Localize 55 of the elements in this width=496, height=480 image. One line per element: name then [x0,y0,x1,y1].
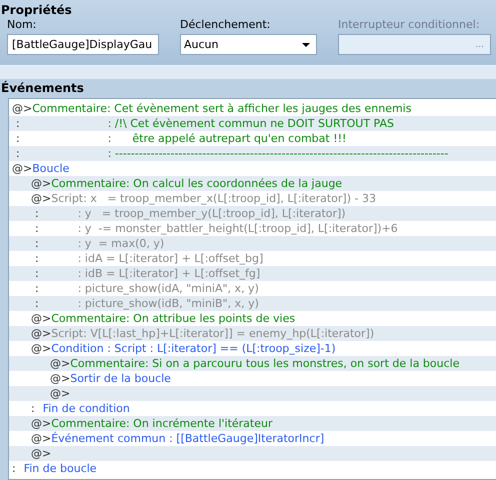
command-text[interactable]: Commentaire: Si on a parcouru tous les monstres, on sort de la boucle [70,357,460,370]
command-marker: : [34,297,39,310]
section-title: Propriétés [0,2,73,18]
command-text[interactable]: Commentaire: On attribue les points de vies [51,312,296,325]
command-text[interactable]: : y -= monster_battler_height(L[:troop_id], L[:iterator])+6 [38,222,398,235]
command-text[interactable]: Sortir de la boucle [70,372,171,385]
command-marker: @> [12,102,32,115]
command-marker: @> [31,327,52,340]
command-marker: : [34,252,39,265]
command-marker: : [34,282,39,295]
command-marker: : [34,207,39,220]
command-marker: : [15,132,20,145]
command-marker: : [15,147,20,160]
command-text[interactable]: Événement commun : [[BattleGauge]IteratorIncr] [51,432,324,445]
command-text[interactable]: : /!\ Cet évènement commun ne DOIT SURTOUT PAS [20,117,394,130]
command-text[interactable]: : picture_show(idB, "miniB", x, y) [38,297,259,310]
dropdown-caret-icon [302,42,310,46]
command-marker: : [31,402,35,415]
trigger-label: Déclenchement: [180,18,272,32]
command-text[interactable]: Commentaire: On calcul les coordonnées de la jauge [51,177,342,190]
command-text[interactable]: Condition : Script : L[:iterator] == (L[:troop_size]-1) [51,342,336,355]
command-marker: @> [31,447,52,460]
command-text[interactable]: : ------------------------------------------------------------------------------------ [20,147,448,160]
command-marker: @> [31,417,52,430]
command-text[interactable]: Fin de boucle [16,462,97,475]
command-marker: @> [31,177,52,190]
command-marker: : [34,267,39,280]
command-text[interactable]: : y = troop_member_y(L[:troop_id], L[:iterator]) [38,207,346,220]
command-marker: @> [50,372,70,385]
command-marker: : [34,222,39,235]
command-marker: @> [31,312,52,325]
command-marker: @> [50,387,70,400]
command-text[interactable]: Script: V[L[:last_hp]+L[:iterator]] = enemy_hp(L[:iterator]) [51,327,374,340]
command-marker: @> [31,432,52,445]
command-text[interactable]: : être appelé autrepart qu'en combat !!! [20,132,346,145]
command-marker: : [15,117,20,130]
command-text[interactable]: Script: x = troop_member_x(L[:troop_id], L[:iterator]) - 33 [51,192,376,205]
command-marker: @> [50,357,70,370]
command-marker: : [12,462,16,475]
command-text[interactable]: : picture_show(idA, "miniA", x, y) [38,282,259,295]
command-text[interactable]: Commentaire: On incrémente l'itérateur [51,417,272,430]
command-text[interactable]: : idB = L[:iterator] + L[:offset_fg] [38,267,260,280]
command-text[interactable]: : idA = L[:iterator] + L[:offset_bg] [38,252,264,265]
command-marker: @> [31,342,52,355]
switch-label: Interrupteur conditionnel: [338,18,481,32]
command-text[interactable]: Boucle [32,162,70,175]
command-marker: @> [12,162,32,175]
command-marker: @> [31,192,52,205]
name-field[interactable]: [BattleGauge]DisplayGau [7,34,159,55]
name-label: Nom: [7,18,38,32]
trigger-dropdown[interactable]: Aucun [180,34,317,55]
command-text[interactable]: : y = max(0, y) [38,237,164,250]
command-text[interactable]: Commentaire: Cet évènement sert à afficher les jauges des ennemis [32,102,412,115]
command-text[interactable]: Fin de condition [34,402,130,415]
command-marker: : [34,237,39,250]
